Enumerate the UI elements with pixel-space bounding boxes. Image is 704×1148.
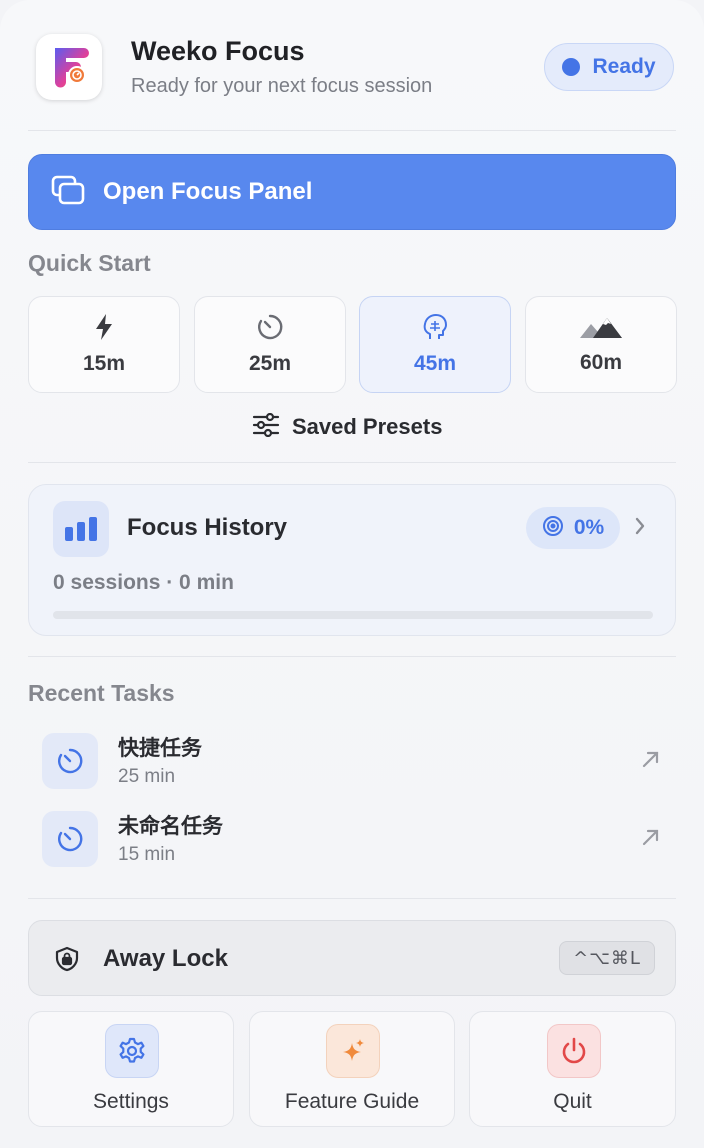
quick-start-15m-button[interactable]: 15m — [28, 296, 180, 393]
saved-presets-label: Saved Presets — [292, 414, 443, 439]
arrow-up-right-icon[interactable] — [640, 826, 662, 853]
away-lock-label: Away Lock — [103, 945, 228, 972]
quick-start-label: 45m — [413, 352, 457, 375]
settings-label: Settings — [93, 1090, 169, 1113]
focus-history-stats: 0 sessions · 0 min — [53, 571, 234, 594]
quick-start-45m-button[interactable]: 45m — [359, 296, 511, 393]
shield-lock-icon — [55, 946, 79, 977]
brain-icon — [421, 313, 449, 346]
app-logo-icon — [36, 34, 102, 100]
gear-icon — [105, 1024, 159, 1078]
recent-tasks-title: Recent Tasks — [28, 680, 175, 706]
completion-value: 0% — [573, 516, 605, 539]
divider — [28, 462, 676, 463]
divider — [28, 130, 676, 131]
mountain-icon — [579, 314, 623, 345]
away-lock-button[interactable]: Away Lock ^⌥⌘L — [28, 920, 676, 996]
bolt-icon — [93, 313, 115, 346]
divider — [28, 656, 676, 657]
quit-label: Quit — [553, 1090, 592, 1113]
quick-start-title: Quick Start — [28, 250, 151, 276]
recent-task-item[interactable]: 快捷任务 25 min — [28, 726, 676, 796]
sliders-icon — [252, 412, 280, 442]
target-icon — [542, 515, 564, 542]
status-label: Ready — [592, 55, 656, 78]
saved-presets-button[interactable]: Saved Presets — [252, 408, 456, 446]
recent-task-item[interactable]: 未命名任务 15 min — [28, 804, 676, 874]
timer-icon — [42, 811, 98, 867]
bar-chart-icon — [53, 501, 109, 557]
open-focus-panel-label: Open Focus Panel — [103, 178, 313, 205]
open-focus-panel-button[interactable]: Open Focus Panel — [28, 154, 676, 230]
focus-history-card[interactable]: Focus History 0% 0 sessions · 0 min — [28, 484, 676, 636]
divider — [28, 898, 676, 899]
chevron-right-icon[interactable] — [633, 515, 647, 542]
quick-start-label: 60m — [579, 351, 623, 374]
quick-start-label: 25m — [248, 352, 292, 375]
quick-start-60m-button[interactable]: 60m — [525, 296, 677, 393]
settings-button[interactable]: Settings — [28, 1011, 234, 1127]
status-badge: Ready — [544, 43, 674, 91]
power-icon — [547, 1024, 601, 1078]
task-name: 快捷任务 — [118, 736, 202, 760]
history-progress-bar — [53, 611, 653, 619]
feature-guide-label: Feature Guide — [284, 1090, 420, 1113]
completion-badge: 0% — [526, 507, 620, 549]
status-dot-icon — [562, 58, 581, 76]
feature-guide-button[interactable]: Feature Guide — [249, 1011, 455, 1127]
task-duration: 25 min — [118, 766, 176, 787]
sparkles-icon — [326, 1024, 380, 1078]
keyboard-shortcut-badge: ^⌥⌘L — [559, 941, 655, 975]
app-title: Weeko Focus — [131, 36, 305, 66]
menu-panel: Weeko Focus Ready for your next focus se… — [0, 0, 704, 1148]
quick-start-25m-button[interactable]: 25m — [194, 296, 346, 393]
task-duration: 15 min — [118, 844, 176, 865]
app-subtitle: Ready for your next focus session — [131, 75, 433, 97]
focus-history-title: Focus History — [127, 514, 288, 541]
quit-button[interactable]: Quit — [469, 1011, 676, 1127]
arrow-up-right-icon[interactable] — [640, 748, 662, 775]
task-name: 未命名任务 — [118, 814, 223, 838]
quick-start-label: 15m — [82, 352, 126, 375]
timer-icon — [256, 313, 284, 346]
timer-icon — [42, 733, 98, 789]
windows-icon — [51, 175, 85, 210]
